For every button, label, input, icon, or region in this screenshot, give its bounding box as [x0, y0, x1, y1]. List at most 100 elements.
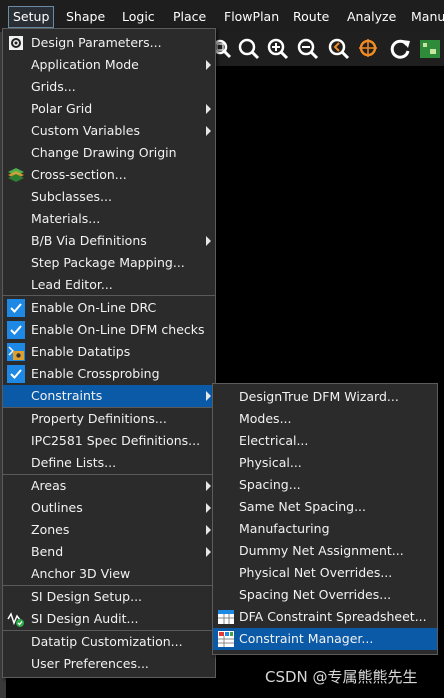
menu-item-ipc2581-spec-definitions[interactable]: IPC2581 Spec Definitions...	[3, 430, 215, 452]
menu-item-label: Grids...	[31, 79, 76, 94]
submenu-item-label: DesignTrue DFM Wizard...	[239, 389, 399, 404]
submenu-item-dummy-net-assignment[interactable]: Dummy Net Assignment...	[213, 540, 437, 562]
menu-item-areas[interactable]: Areas	[3, 475, 215, 497]
menu-shape[interactable]: Shape	[66, 8, 105, 26]
menu-item-label: SI Design Setup...	[31, 589, 143, 604]
menu-item-subclasses[interactable]: Subclasses...	[3, 186, 215, 208]
menu-item-application-mode[interactable]: Application Mode	[3, 54, 215, 76]
menu-item-bb-via-definitions[interactable]: B/B Via Definitions	[3, 230, 215, 252]
menu-item-cross-section[interactable]: Cross-section...	[3, 164, 215, 186]
menu-item-label: Materials...	[31, 211, 101, 226]
menu-item-label: Lead Editor...	[31, 277, 113, 292]
menu-item-si-design-audit[interactable]: SI Design Audit...	[3, 608, 215, 630]
submenu-item-label: Spacing...	[239, 477, 301, 492]
menu-item-anchor-3d-view[interactable]: Anchor 3D View	[3, 563, 215, 585]
menu-item-bend[interactable]: Bend	[3, 541, 215, 563]
menu-item-label: Enable On-Line DRC	[31, 300, 157, 315]
menu-item-enable-crossprobing[interactable]: Enable Crossprobing	[3, 363, 215, 385]
menu-item-step-package-mapping[interactable]: Step Package Mapping...	[3, 252, 215, 274]
submenu-item-label: Same Net Spacing...	[239, 499, 367, 514]
menu-item-label: SI Design Audit...	[31, 611, 139, 626]
menu-analyze[interactable]: Analyze	[347, 8, 396, 26]
submenu-arrow-icon	[206, 391, 211, 401]
menu-item-label: Subclasses...	[31, 189, 112, 204]
menu-separator	[3, 295, 215, 296]
submenu-item-constraint-manager[interactable]: Constraint Manager...	[213, 628, 437, 650]
menu-place[interactable]: Place	[173, 8, 206, 26]
menu-item-enable-online-drc[interactable]: Enable On-Line DRC	[3, 297, 215, 319]
board-icon[interactable]	[418, 37, 442, 61]
menu-item-materials[interactable]: Materials...	[3, 208, 215, 230]
submenu-item-dfa-constraint-spreadsheet[interactable]: DFA Constraint Spreadsheet...	[213, 606, 437, 628]
menu-item-custom-variables[interactable]: Custom Variables	[3, 120, 215, 142]
menu-item-grids[interactable]: Grids...	[3, 76, 215, 98]
menu-item-label: Design Parameters...	[31, 35, 162, 50]
menu-item-label: Application Mode	[31, 57, 139, 72]
menu-item-label: B/B Via Definitions	[31, 233, 147, 248]
submenu-item-label: Physical...	[239, 455, 302, 470]
menu-item-label: Custom Variables	[31, 123, 140, 138]
menu-item-design-parameters[interactable]: Design Parameters...	[3, 32, 215, 54]
menu-item-lead-editor[interactable]: Lead Editor...	[3, 274, 215, 296]
submenu-item-modes[interactable]: Modes...	[213, 408, 437, 430]
menu-item-label: Property Definitions...	[31, 411, 167, 426]
submenu-item-label: Constraint Manager...	[239, 631, 374, 646]
menu-item-constraints[interactable]: Constraints	[3, 385, 215, 407]
refresh-icon[interactable]	[388, 37, 412, 61]
submenu-item-designtrue-dfm-wizard[interactable]: DesignTrue DFM Wizard...	[213, 386, 437, 408]
menu-flowplan[interactable]: FlowPlan	[224, 8, 279, 26]
zoom-in-plus-icon[interactable]	[266, 37, 290, 61]
submenu-arrow-icon	[206, 503, 211, 513]
submenu-item-label: Modes...	[239, 411, 292, 426]
submenu-item-physical-net-overrides[interactable]: Physical Net Overrides...	[213, 562, 437, 584]
menu-item-enable-datatips[interactable]: Enable Datatips	[3, 341, 215, 363]
menu-item-change-drawing-origin[interactable]: Change Drawing Origin	[3, 142, 215, 164]
submenu-arrow-icon	[206, 547, 211, 557]
menu-item-si-design-setup[interactable]: SI Design Setup...	[3, 586, 215, 608]
menu-item-zones[interactable]: Zones	[3, 519, 215, 541]
toolbar	[210, 32, 444, 66]
checkbox-checked-icon	[7, 365, 25, 383]
submenu-item-spacing-net-overrides[interactable]: Spacing Net Overrides...	[213, 584, 437, 606]
menu-item-label: IPC2581 Spec Definitions...	[31, 433, 201, 448]
menu-item-property-definitions[interactable]: Property Definitions...	[3, 408, 215, 430]
submenu-arrow-icon	[206, 481, 211, 491]
submenu-item-electrical[interactable]: Electrical...	[213, 430, 437, 452]
constraints-submenu: DesignTrue DFM Wizard... Modes... Electr…	[212, 383, 438, 655]
submenu-item-label: DFA Constraint Spreadsheet...	[239, 609, 427, 624]
zoom-in-icon[interactable]	[237, 37, 261, 61]
menu-item-label: Polar Grid	[31, 101, 93, 116]
submenu-item-label: Physical Net Overrides...	[239, 565, 393, 580]
zoom-center-icon[interactable]	[357, 37, 381, 61]
menu-item-label: Zones	[31, 522, 70, 537]
submenu-item-label: Dummy Net Assignment...	[239, 543, 404, 558]
menu-item-outlines[interactable]: Outlines	[3, 497, 215, 519]
menu-manufacture[interactable]: Manu	[411, 8, 444, 26]
menu-item-datatip-customization[interactable]: Datatip Customization...	[3, 631, 215, 653]
menu-setup[interactable]: Setup	[8, 6, 55, 28]
submenu-arrow-icon	[206, 60, 211, 70]
menu-item-label: Enable Datatips	[31, 344, 131, 359]
watermark: CSDN @专属熊熊先生	[265, 668, 418, 686]
checkbox-checked-icon	[7, 299, 25, 317]
menu-item-label: Bend	[31, 544, 64, 559]
submenu-item-label: Electrical...	[239, 433, 309, 448]
zoom-out-icon[interactable]	[296, 37, 320, 61]
submenu-item-physical[interactable]: Physical...	[213, 452, 437, 474]
menu-item-label: User Preferences...	[31, 656, 149, 671]
design-parameters-icon	[9, 36, 23, 50]
submenu-item-spacing[interactable]: Spacing...	[213, 474, 437, 496]
submenu-item-manufacturing[interactable]: Manufacturing	[213, 518, 437, 540]
menu-item-polar-grid[interactable]: Polar Grid	[3, 98, 215, 120]
menu-item-enable-online-dfm[interactable]: Enable On-Line DFM checks	[3, 319, 215, 341]
zoom-previous-icon[interactable]	[327, 37, 351, 61]
si-audit-icon	[7, 612, 24, 627]
submenu-item-label: Spacing Net Overrides...	[239, 587, 392, 602]
menu-item-user-preferences[interactable]: User Preferences...	[3, 653, 215, 675]
menu-item-label: Datatip Customization...	[31, 634, 183, 649]
submenu-item-same-net-spacing[interactable]: Same Net Spacing...	[213, 496, 437, 518]
submenu-item-label: Manufacturing	[239, 521, 330, 536]
menu-logic[interactable]: Logic	[122, 8, 155, 26]
menu-route[interactable]: Route	[293, 8, 329, 26]
menu-item-define-lists[interactable]: Define Lists...	[3, 452, 215, 474]
